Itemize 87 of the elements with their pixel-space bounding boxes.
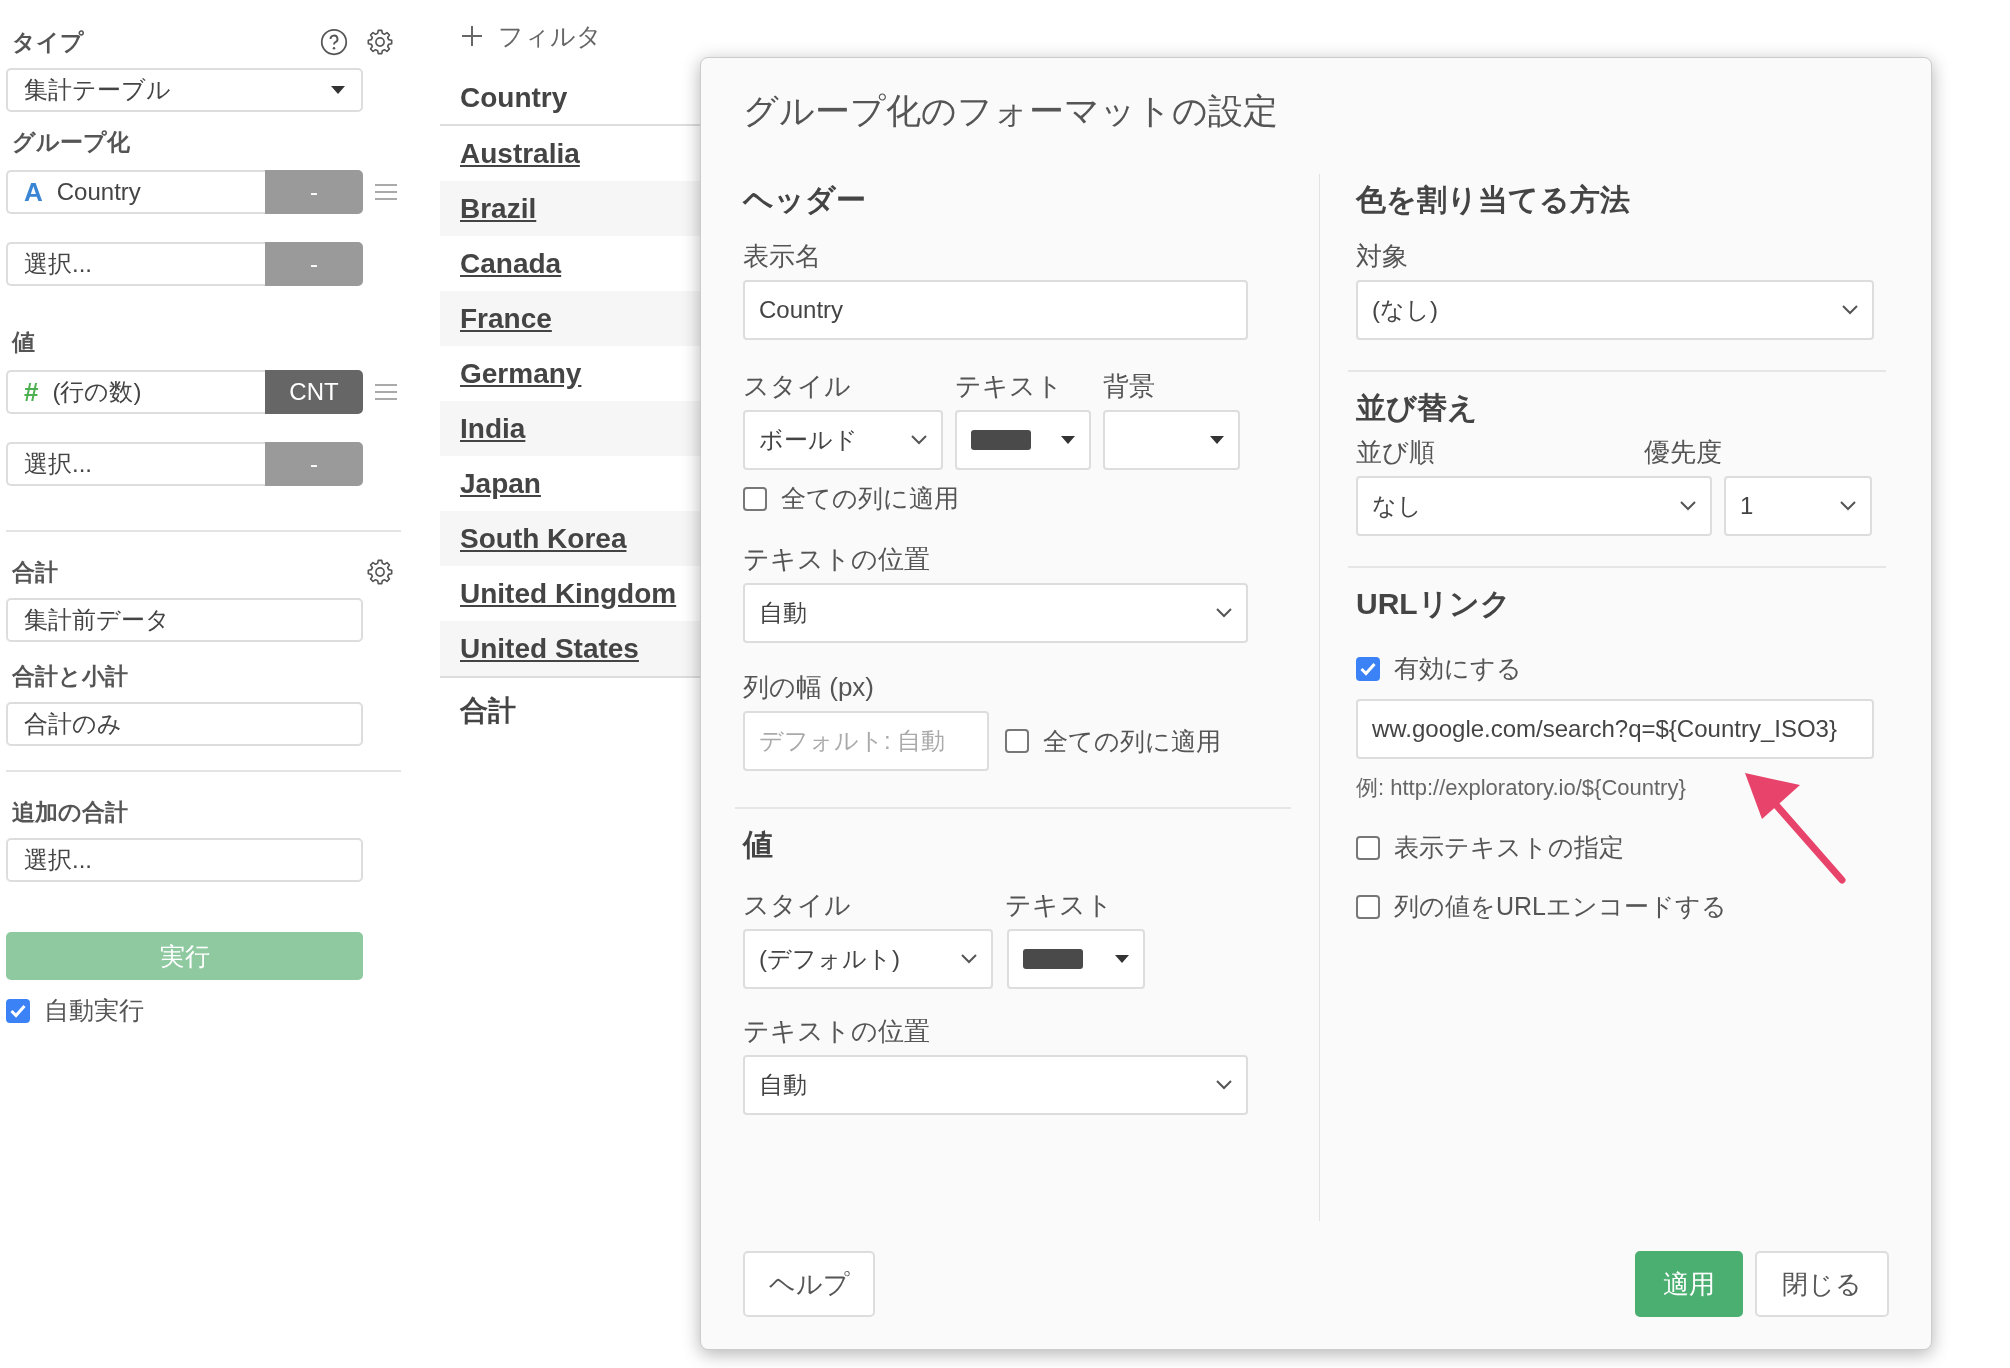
field-label: スタイル bbox=[743, 369, 851, 403]
checkbox-label: 有効にする bbox=[1394, 653, 1522, 684]
style-dropdown[interactable]: (デフォルト) bbox=[743, 929, 993, 989]
aggregate-button[interactable]: CNT bbox=[265, 370, 363, 414]
check-icon bbox=[10, 1003, 26, 1018]
section-heading: 値 bbox=[743, 827, 774, 863]
chevron-down-icon bbox=[911, 435, 927, 445]
chevron-down-icon bbox=[961, 954, 977, 964]
select-field[interactable]: 合計のみ bbox=[6, 702, 363, 746]
chevron-down-icon bbox=[1216, 1080, 1232, 1090]
section-label: 合計 bbox=[12, 557, 58, 587]
chevron-down-icon bbox=[1216, 608, 1232, 618]
chevron-down-icon bbox=[1840, 501, 1856, 511]
position-dropdown[interactable]: 自動 bbox=[743, 1055, 1248, 1115]
select-field[interactable]: 選択... bbox=[6, 838, 363, 882]
section-heading: ヘッダー bbox=[743, 182, 867, 218]
field-label: テキストの位置 bbox=[743, 1014, 930, 1048]
checkbox[interactable] bbox=[1005, 729, 1029, 753]
caret-down-icon bbox=[1061, 436, 1075, 444]
url-input[interactable]: ww.google.com/search?q=${Country_ISO3} bbox=[1356, 699, 1874, 759]
plus-icon bbox=[462, 26, 482, 46]
help-icon[interactable] bbox=[320, 28, 348, 56]
sort-order-dropdown[interactable]: なし bbox=[1356, 476, 1712, 536]
field-label: 背景 bbox=[1103, 369, 1155, 403]
section-label: 値 bbox=[12, 327, 35, 357]
table-link[interactable]: Germany bbox=[460, 357, 582, 390]
text-color-picker[interactable] bbox=[955, 410, 1091, 470]
checkbox-label: 全ての列に適用 bbox=[1043, 725, 1221, 757]
table-link[interactable]: Brazil bbox=[460, 192, 537, 225]
table-link[interactable]: Japan bbox=[460, 467, 541, 500]
checkbox[interactable] bbox=[743, 486, 767, 511]
field-label: テキスト bbox=[955, 369, 1063, 403]
section-label: グループ化 bbox=[12, 127, 130, 157]
type-dropdown[interactable]: 集計テーブル bbox=[6, 68, 363, 112]
section-label: タイプ bbox=[12, 27, 84, 57]
drag-handle-icon[interactable] bbox=[375, 183, 397, 201]
table-link[interactable]: United Kingdom bbox=[460, 577, 677, 610]
checkbox[interactable] bbox=[6, 998, 30, 1023]
table-link[interactable]: India bbox=[460, 412, 526, 445]
select-field[interactable]: 選択... bbox=[6, 242, 265, 286]
field-label: 優先度 bbox=[1644, 435, 1722, 469]
caret-down-icon bbox=[1210, 436, 1224, 444]
field-label: 表示名 bbox=[743, 239, 821, 273]
width-input[interactable]: デフォルト: 自動 bbox=[743, 711, 989, 771]
text-color-picker[interactable] bbox=[1007, 929, 1145, 989]
checkbox-label: 自動実行 bbox=[44, 995, 144, 1026]
drag-handle-icon[interactable] bbox=[375, 383, 397, 401]
field-label: スタイル bbox=[743, 888, 851, 922]
checkbox[interactable] bbox=[1356, 894, 1380, 919]
section-heading: URLリンク bbox=[1356, 586, 1512, 622]
chevron-down-icon bbox=[1680, 501, 1696, 511]
select-field[interactable]: 選択... bbox=[6, 442, 265, 486]
settings-icon[interactable] bbox=[366, 558, 394, 586]
chevron-down-icon bbox=[1842, 305, 1858, 315]
style-dropdown[interactable]: ボールド bbox=[743, 410, 943, 470]
display-name-input[interactable]: Country bbox=[743, 280, 1248, 340]
checkbox-label: 全ての列に適用 bbox=[781, 483, 959, 514]
checkbox-label: 表示テキストの指定 bbox=[1394, 832, 1624, 863]
priority-dropdown[interactable]: 1 bbox=[1724, 476, 1872, 536]
table-link[interactable]: Australia bbox=[460, 137, 580, 170]
checkbox-label: 列の値をURLエンコードする bbox=[1394, 891, 1727, 922]
checkbox[interactable] bbox=[1356, 835, 1380, 860]
column-field[interactable]: # (行の数) bbox=[6, 370, 265, 414]
field-label: 対象 bbox=[1356, 239, 1408, 273]
section-label: 追加の合計 bbox=[12, 797, 128, 827]
table-link[interactable]: France bbox=[460, 302, 552, 335]
position-dropdown[interactable]: 自動 bbox=[743, 583, 1248, 643]
settings-icon[interactable] bbox=[366, 28, 394, 56]
section-heading: 並び替え bbox=[1356, 390, 1479, 426]
table-link[interactable]: Canada bbox=[460, 247, 562, 280]
caret-down-icon bbox=[1115, 955, 1129, 963]
section-heading: 色を割り当てる方法 bbox=[1356, 182, 1631, 218]
caret-down-icon bbox=[331, 86, 345, 94]
column-field[interactable]: A Country bbox=[6, 170, 265, 214]
filter-button[interactable]: フィルタ bbox=[440, 18, 770, 54]
section-label: 合計と小計 bbox=[12, 661, 128, 691]
select-field[interactable]: 集計前データ bbox=[6, 598, 363, 642]
target-dropdown[interactable]: (なし) bbox=[1356, 280, 1874, 340]
help-button[interactable]: ヘルプ bbox=[743, 1251, 875, 1317]
example-text: 例: http://exploratory.io/${Country} bbox=[1356, 774, 1687, 802]
field-label: テキスト bbox=[1005, 888, 1113, 922]
checkbox[interactable] bbox=[1356, 656, 1380, 681]
background-color-picker[interactable] bbox=[1103, 410, 1240, 470]
check-icon bbox=[1360, 661, 1376, 676]
field-label: 並び順 bbox=[1356, 435, 1435, 469]
close-button[interactable]: 閉じる bbox=[1755, 1251, 1889, 1317]
field-label: テキストの位置 bbox=[743, 542, 930, 576]
